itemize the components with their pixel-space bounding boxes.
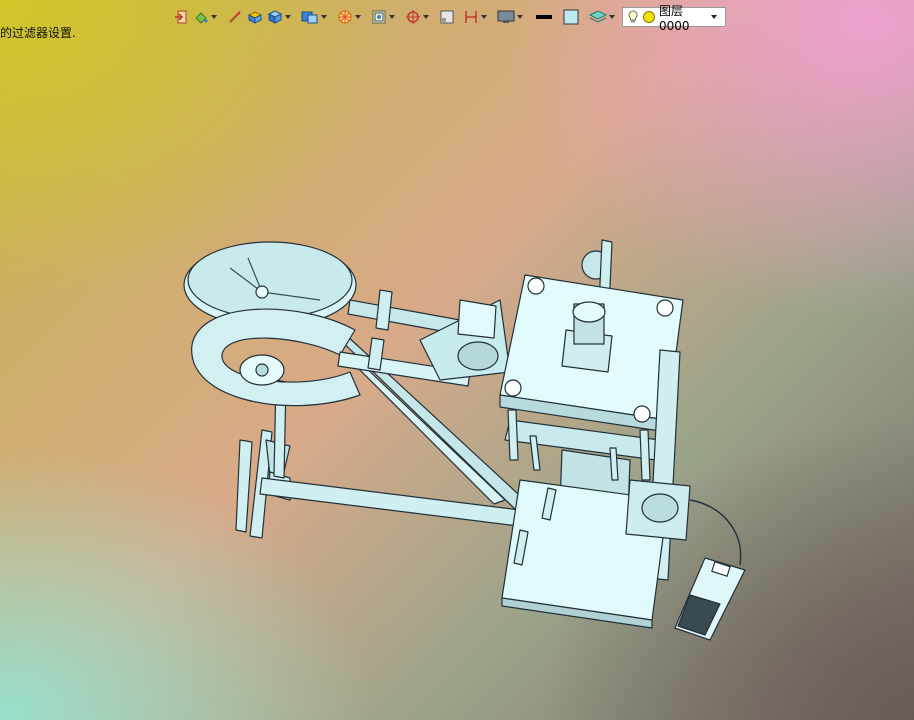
model-viewport[interactable] xyxy=(0,0,914,720)
machine-model xyxy=(183,239,746,641)
